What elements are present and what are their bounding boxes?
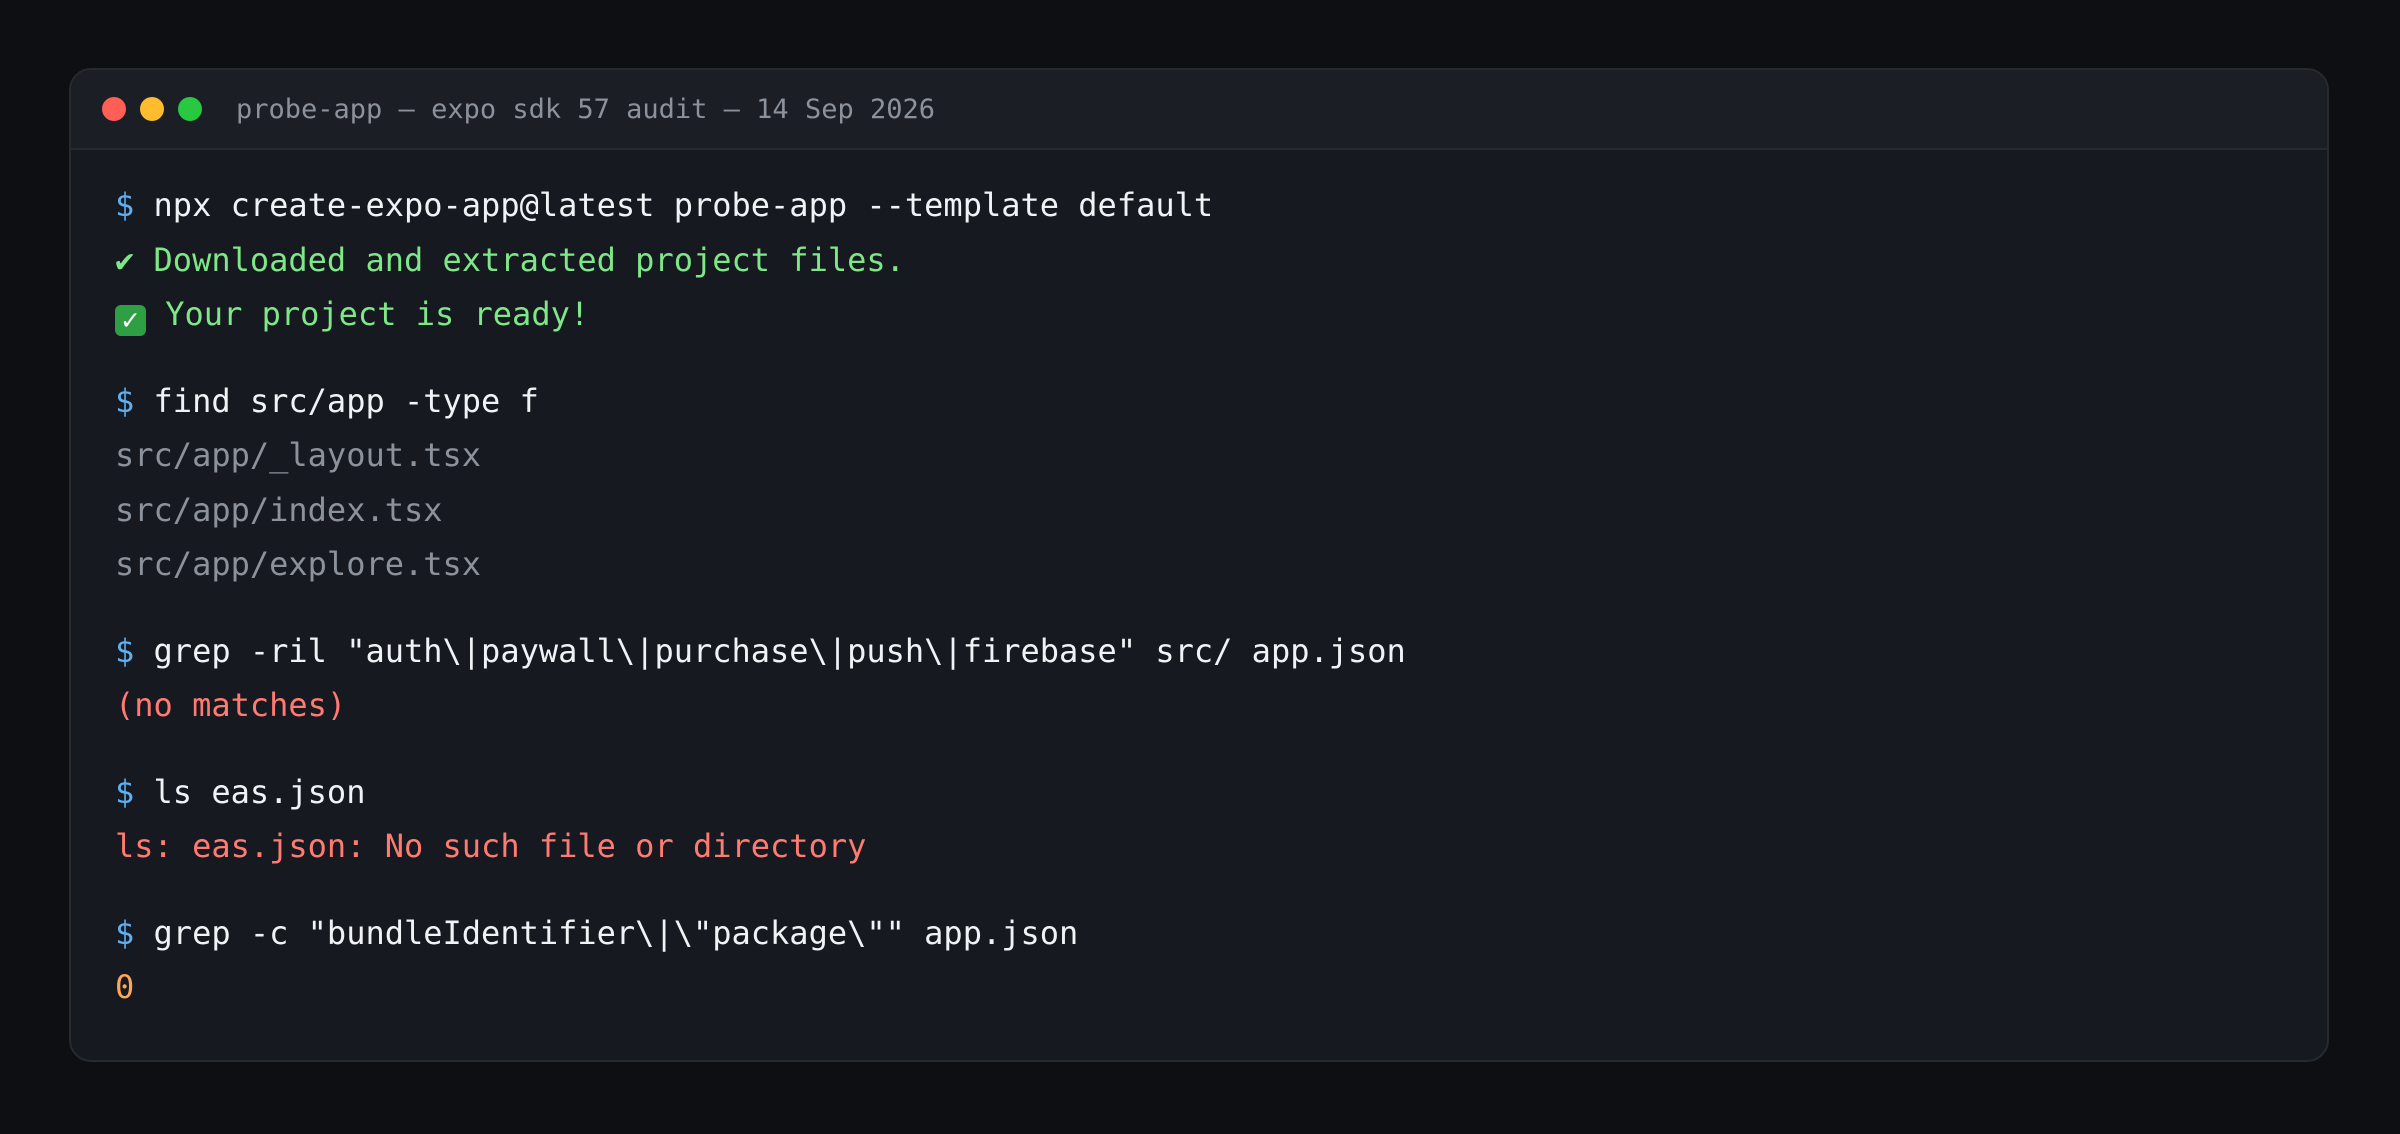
title-bar: probe-app — expo sdk 57 audit — 14 Sep 2… [71, 70, 2327, 150]
minimize-button[interactable] [140, 97, 164, 121]
check-mark-icon: ✓ [115, 305, 146, 336]
prompt-symbol: $ [115, 631, 135, 670]
window-title: probe-app — expo sdk 57 audit — 14 Sep 2… [236, 93, 935, 125]
output-line: src/app/explore.tsx [115, 545, 482, 583]
prompt-symbol: $ [115, 186, 135, 224]
output-line: 0 [115, 968, 135, 1006]
command-block: $ grep -c "bundleIdentifier\|\"package\"… [115, 906, 2327, 1015]
output-line: ✓ Your project is ready! [115, 287, 2327, 342]
command-block: $ find src/app -type f src/app/_layout.t… [115, 374, 2327, 592]
command-line: $ grep -c "bundleIdentifier\|\"package\"… [115, 906, 2327, 961]
command-line: $ npx create-expo-app@latest probe-app -… [115, 178, 2327, 233]
command-text: grep -ril "auth\|paywall\|purchase\|push… [153, 631, 1406, 670]
command-line: $ find src/app -type f [115, 374, 2327, 429]
prompt-symbol: $ [115, 913, 135, 952]
command-text: grep -c "bundleIdentifier\|\"package\"" … [153, 913, 1079, 952]
command-line: $ ls eas.json [115, 765, 2327, 820]
command-text: ls eas.json [153, 772, 366, 811]
output-line: ls: eas.json: No such file or directory [115, 827, 867, 865]
output-text: Your project is ready! [146, 295, 590, 333]
output-line: src/app/index.tsx [115, 490, 443, 529]
output-line: ✔ Downloaded and extracted project files… [115, 240, 905, 279]
command-text: find src/app -type f [153, 381, 539, 420]
close-button[interactable] [102, 97, 126, 121]
command-line: $ grep -ril "auth\|paywall\|purchase\|pu… [115, 624, 2327, 679]
prompt-symbol: $ [115, 772, 135, 811]
output-line: (no matches) [115, 686, 347, 724]
prompt-symbol: $ [115, 381, 135, 420]
terminal-window: probe-app — expo sdk 57 audit — 14 Sep 2… [69, 68, 2329, 1062]
output-line: src/app/_layout.tsx [115, 436, 482, 474]
command-block: $ npx create-expo-app@latest probe-app -… [115, 178, 2327, 342]
maximize-button[interactable] [178, 97, 202, 121]
command-text: npx create-expo-app@latest probe-app --t… [153, 186, 1214, 224]
command-block: $ ls eas.json ls: eas.json: No such file… [115, 765, 2327, 874]
command-block: $ grep -ril "auth\|paywall\|purchase\|pu… [115, 624, 2327, 733]
terminal-output[interactable]: $ npx create-expo-app@latest probe-app -… [71, 150, 2327, 1015]
